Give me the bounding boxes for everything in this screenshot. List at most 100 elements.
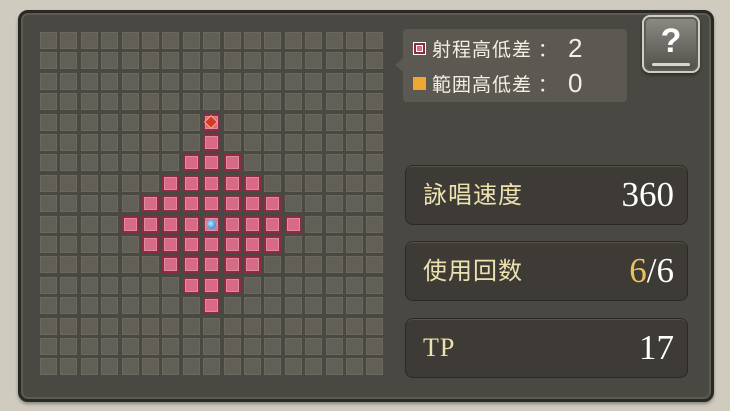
grid-cell: [264, 32, 281, 49]
grid-cell: [224, 134, 241, 151]
grid-cell: [326, 195, 343, 212]
grid-cell: [183, 73, 200, 90]
range-cell: [224, 154, 241, 171]
grid-cell: [122, 236, 139, 253]
cast-speed-panel: 詠唱速度 360: [405, 165, 688, 225]
grid-cell: [183, 318, 200, 335]
range-cell: [203, 134, 220, 151]
range-cell: [244, 216, 261, 233]
range-cell: [224, 236, 241, 253]
range-height-value: 2: [568, 32, 584, 63]
range-cell: [203, 256, 220, 273]
tp-panel: TP 17: [405, 318, 688, 378]
range-cell: [162, 256, 179, 273]
grid-cell: [60, 338, 77, 355]
grid-cell: [305, 216, 322, 233]
grid-cell: [142, 297, 159, 314]
grid-cell: [366, 93, 383, 110]
grid-cell: [264, 134, 281, 151]
uses-value: 6/6: [629, 241, 674, 301]
range-cell: [183, 216, 200, 233]
grid-cell: [366, 114, 383, 131]
grid-cell: [40, 134, 57, 151]
range-cell: [203, 175, 220, 192]
grid-cell: [122, 175, 139, 192]
grid-cell: [264, 358, 281, 375]
grid-cell: [285, 338, 302, 355]
grid-cell: [305, 114, 322, 131]
grid-cell: [40, 114, 57, 131]
grid-cell: [366, 256, 383, 273]
grid-cell: [285, 358, 302, 375]
help-button[interactable]: ?: [642, 15, 700, 73]
grid-cell: [264, 318, 281, 335]
grid-cell: [122, 358, 139, 375]
grid-cell: [162, 93, 179, 110]
target-diamond-icon: [205, 116, 217, 128]
grid-cell: [366, 73, 383, 90]
uses-current: 6: [629, 251, 647, 290]
grid-cell: [346, 52, 363, 69]
grid-cell: [122, 114, 139, 131]
range-cell: [224, 277, 241, 294]
grid-cell: [81, 297, 98, 314]
grid-cell: [142, 114, 159, 131]
area-swatch-icon: [413, 76, 426, 90]
grid-cell: [285, 134, 302, 151]
separator: ：: [538, 38, 559, 61]
grid-cell: [326, 277, 343, 294]
grid-cell: [224, 73, 241, 90]
range-cell: [224, 195, 241, 212]
grid-cell: [162, 73, 179, 90]
range-cell: [264, 195, 281, 212]
grid-cell: [81, 358, 98, 375]
grid-cell: [224, 297, 241, 314]
range-grid: [40, 32, 390, 381]
range-cell: [162, 216, 179, 233]
grid-cell: [326, 318, 343, 335]
grid-cell: [264, 338, 281, 355]
range-cell: [183, 154, 200, 171]
grid-cell: [305, 73, 322, 90]
grid-cell: [203, 338, 220, 355]
grid-cell: [346, 195, 363, 212]
grid-cell: [326, 52, 343, 69]
grid-cell: [346, 216, 363, 233]
grid-cell: [60, 32, 77, 49]
grid-cell: [142, 358, 159, 375]
grid-cell: [81, 114, 98, 131]
grid-cell: [40, 154, 57, 171]
grid-cell: [162, 114, 179, 131]
grid-cell: [244, 338, 261, 355]
grid-cell: [81, 32, 98, 49]
uses-separator: /: [646, 251, 657, 290]
grid-cell: [101, 277, 118, 294]
grid-cell: [326, 73, 343, 90]
question-mark-icon: ?: [660, 22, 682, 60]
legend-pointer: [395, 58, 403, 72]
grid-cell: [183, 297, 200, 314]
grid-cell: [142, 93, 159, 110]
grid-cell: [40, 195, 57, 212]
grid-cell: [346, 297, 363, 314]
grid-cell: [305, 236, 322, 253]
grid-cell: [366, 318, 383, 335]
grid-cell: [101, 52, 118, 69]
grid-cell: [162, 297, 179, 314]
grid-cell: [162, 32, 179, 49]
grid-cell: [40, 93, 57, 110]
grid-cell: [40, 338, 57, 355]
range-cell: [244, 236, 261, 253]
grid-cell: [285, 175, 302, 192]
grid-cell: [162, 52, 179, 69]
grid-cell: [305, 52, 322, 69]
grid-cell: [40, 297, 57, 314]
grid-cell: [101, 73, 118, 90]
grid-cell: [264, 297, 281, 314]
grid-cell: [81, 236, 98, 253]
grid-cell: [366, 32, 383, 49]
grid-cell: [60, 175, 77, 192]
grid-cell: [346, 134, 363, 151]
grid-cell: [346, 175, 363, 192]
grid-cell: [326, 175, 343, 192]
